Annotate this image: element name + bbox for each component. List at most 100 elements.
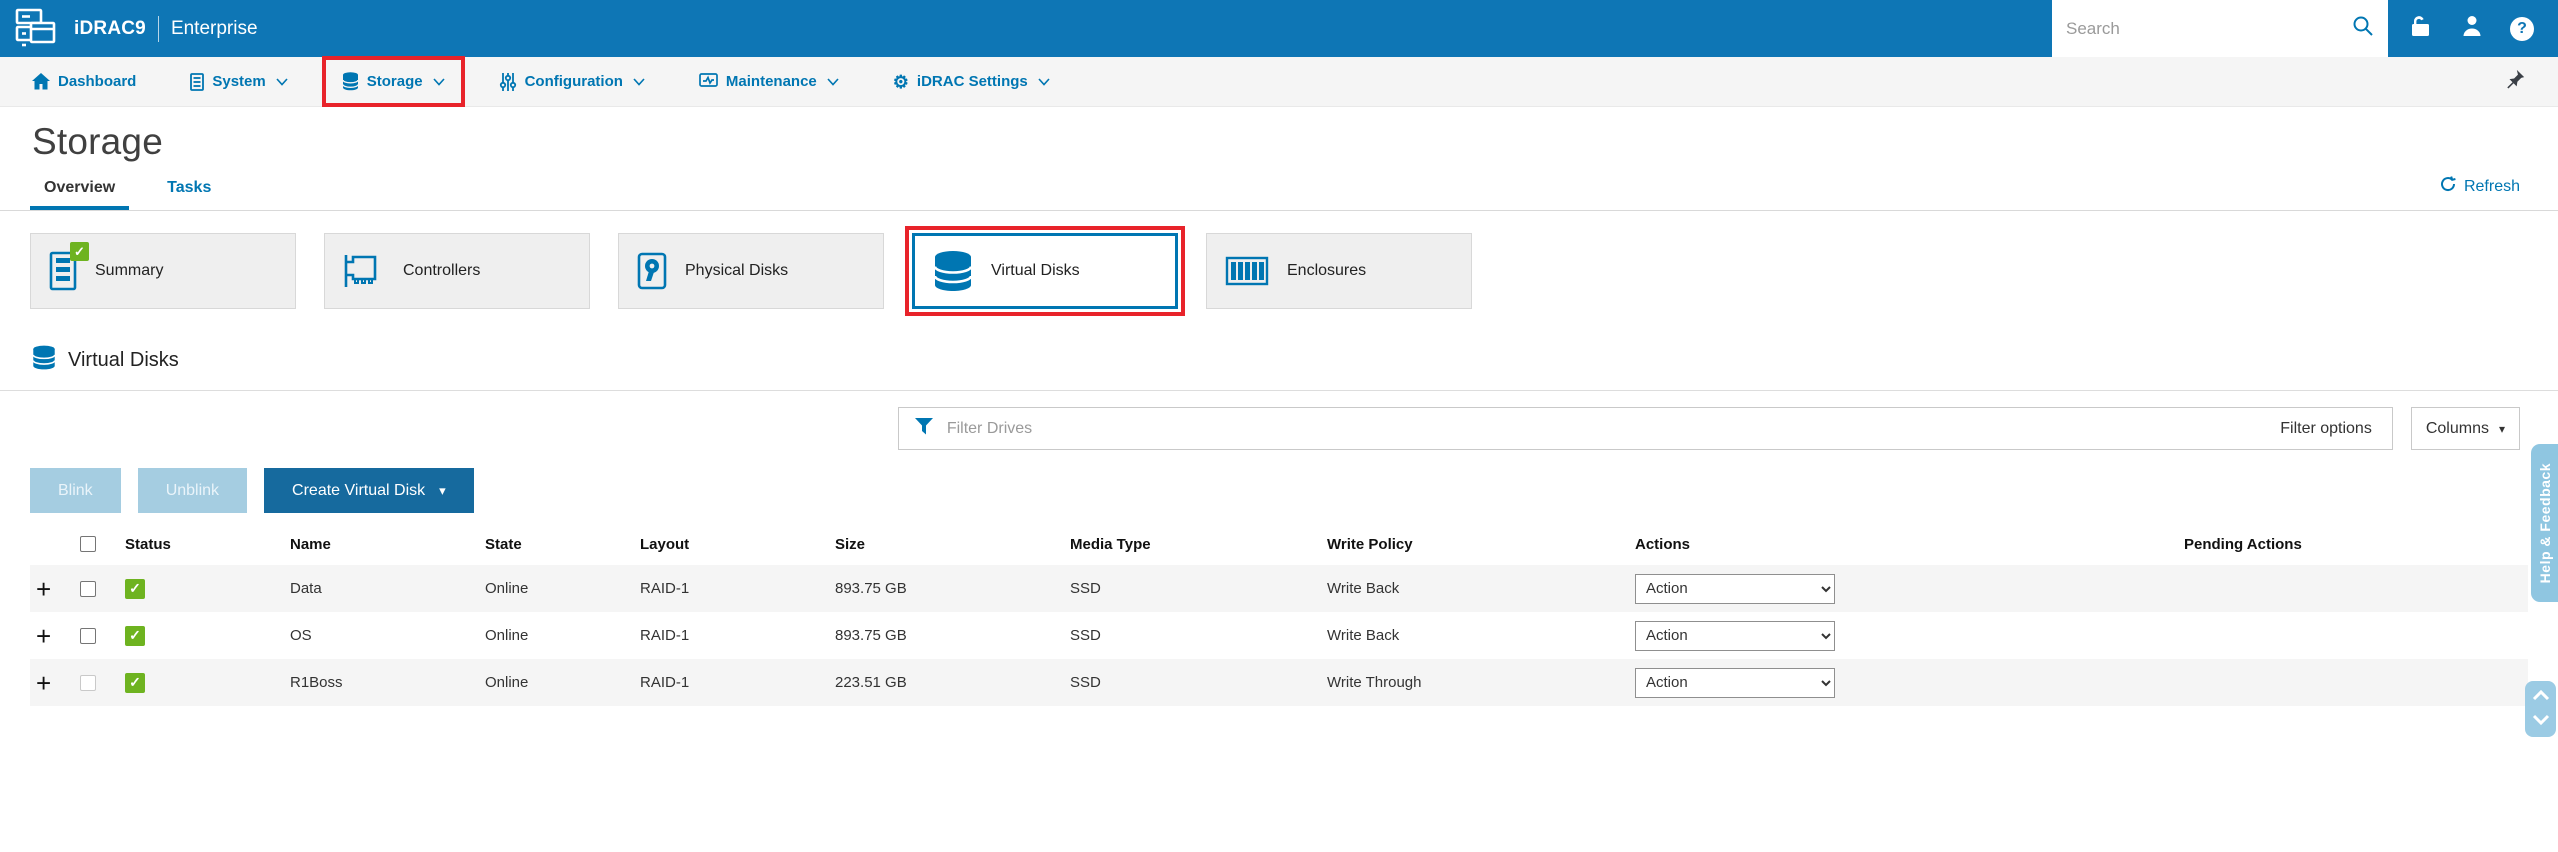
blink-button[interactable]: Blink xyxy=(30,468,121,513)
scroll-down-icon[interactable] xyxy=(2532,712,2550,730)
filter-options-button[interactable]: Filter options xyxy=(2276,420,2376,438)
cell-name: OS xyxy=(290,627,312,644)
cell-layout: RAID-1 xyxy=(640,627,690,644)
header-name: Name xyxy=(290,523,485,565)
tile-enclosures[interactable]: Enclosures xyxy=(1206,233,1472,309)
header-pending-actions: Pending Actions xyxy=(2184,523,2528,565)
help-icon[interactable]: ? xyxy=(2510,16,2534,41)
nav-label: Dashboard xyxy=(58,73,137,90)
tile-label: Enclosures xyxy=(1287,262,1367,279)
table-row: + ✓ OS Online RAID-1 893.75 GB SSD Write… xyxy=(30,612,2528,659)
summary-icon: ✓ xyxy=(49,242,89,291)
pin-icon[interactable] xyxy=(2504,68,2540,95)
chevron-down-icon xyxy=(1038,77,1050,86)
unblink-button[interactable]: Unblink xyxy=(137,468,248,513)
nav-label: Maintenance xyxy=(725,73,817,90)
caret-down-icon: ▾ xyxy=(2498,421,2505,436)
tabs: Overview Tasks Refresh xyxy=(0,167,2558,211)
select-all-checkbox[interactable] xyxy=(80,536,96,552)
table-row: + ✓ R1Boss Online RAID-1 223.51 GB SSD W… xyxy=(30,659,2528,706)
tile-label: Physical Disks xyxy=(685,262,789,279)
chevron-down-icon xyxy=(433,77,445,86)
virtual-disks-table: Status Name State Layout Size Media Type… xyxy=(30,523,2528,706)
tile-controllers[interactable]: Controllers xyxy=(324,233,590,309)
row-checkbox[interactable] xyxy=(80,627,96,644)
nav-dashboard[interactable]: Dashboard xyxy=(18,63,150,100)
status-ok-icon: ✓ xyxy=(125,672,145,693)
filter-drives-input[interactable] xyxy=(946,419,2263,438)
table-header-row: Status Name State Layout Size Media Type… xyxy=(30,523,2528,565)
columns-dropdown-button[interactable]: Columns ▾ xyxy=(2410,407,2520,450)
expand-row-icon[interactable]: + xyxy=(30,668,51,698)
sliders-icon xyxy=(499,72,517,91)
table-toolbar: Blink Unblink Create Virtual Disk ▾ xyxy=(30,450,2528,523)
row-checkbox[interactable] xyxy=(80,580,96,597)
page-title: Storage xyxy=(32,121,163,162)
row-action-select[interactable]: Action xyxy=(1635,573,1835,604)
help-feedback-tab[interactable]: Help & Feedback xyxy=(2531,444,2558,602)
controllers-icon xyxy=(343,253,385,289)
expand-row-icon[interactable]: + xyxy=(30,621,51,651)
columns-label: Columns xyxy=(2425,419,2489,437)
tile-label: Summary xyxy=(95,262,164,279)
cell-write-policy: Write Through xyxy=(1327,674,1422,691)
status-ok-icon: ✓ xyxy=(125,578,145,599)
top-header-bar: iDRAC9 Enterprise ? xyxy=(0,0,2558,57)
cell-media-type: SSD xyxy=(1070,674,1101,691)
nav-system[interactable]: System xyxy=(176,63,301,101)
tab-overview[interactable]: Overview xyxy=(30,179,130,211)
filter-drives-box[interactable]: Filter options xyxy=(897,407,2393,450)
cell-layout: RAID-1 xyxy=(640,580,690,597)
nav-idrac-settings[interactable]: ⚙ iDRAC Settings xyxy=(879,63,1064,101)
gear-icon: ⚙ xyxy=(892,71,909,92)
tile-label: Controllers xyxy=(403,262,481,279)
search-input[interactable] xyxy=(2066,18,2352,39)
header-write-policy: Write Policy xyxy=(1327,523,1635,565)
funnel-icon xyxy=(914,417,933,440)
summary-check-badge: ✓ xyxy=(70,242,89,261)
search-box[interactable] xyxy=(2052,0,2388,57)
main-navbar: Dashboard System Storage Configuration M… xyxy=(0,56,2558,107)
nav-label: iDRAC Settings xyxy=(916,73,1028,90)
virtual-disks-section-icon xyxy=(32,345,56,376)
scroll-up-icon[interactable] xyxy=(2532,688,2550,706)
refresh-icon xyxy=(2439,175,2457,198)
nav-storage[interactable]: Storage xyxy=(321,56,465,107)
status-ok-icon: ✓ xyxy=(125,625,145,646)
nav-label: System xyxy=(212,73,266,90)
tile-physical-disks[interactable]: Physical Disks xyxy=(618,233,884,309)
user-icon[interactable] xyxy=(2460,14,2484,43)
cell-write-policy: Write Back xyxy=(1327,580,1400,597)
home-icon xyxy=(32,73,50,90)
row-checkbox xyxy=(80,674,96,691)
unlock-icon[interactable] xyxy=(2408,14,2434,43)
cell-size: 223.51 GB xyxy=(835,674,907,691)
header-expander xyxy=(30,523,80,565)
create-virtual-disk-button[interactable]: Create Virtual Disk ▾ xyxy=(264,468,474,513)
tile-label: Virtual Disks xyxy=(991,262,1080,279)
chevron-down-icon xyxy=(827,77,839,86)
cell-state: Online xyxy=(485,627,529,644)
tile-summary[interactable]: ✓ Summary xyxy=(30,233,296,309)
product-name: iDRAC9 xyxy=(74,17,146,39)
chevron-down-icon xyxy=(276,77,288,86)
nav-maintenance[interactable]: Maintenance xyxy=(685,63,853,100)
brand: iDRAC9 Enterprise xyxy=(0,7,258,51)
enclosures-icon xyxy=(1225,256,1269,286)
refresh-button[interactable]: Refresh xyxy=(2439,175,2520,198)
search-icon[interactable] xyxy=(2352,15,2374,42)
row-action-select[interactable]: Action xyxy=(1635,620,1835,651)
table-row: + ✓ Data Online RAID-1 893.75 GB SSD Wri… xyxy=(30,565,2528,612)
expand-row-icon[interactable]: + xyxy=(30,574,51,604)
nav-configuration[interactable]: Configuration xyxy=(485,63,659,101)
caret-down-icon: ▾ xyxy=(439,482,446,498)
filter-row: Filter options Columns ▾ xyxy=(30,391,2528,450)
row-action-select[interactable]: Action xyxy=(1635,667,1835,698)
server-icon xyxy=(190,72,205,91)
page-scroll-buttons[interactable] xyxy=(2525,681,2556,737)
brand-divider xyxy=(157,15,159,42)
tab-tasks[interactable]: Tasks xyxy=(153,179,225,211)
cell-write-policy: Write Back xyxy=(1327,627,1400,644)
nav-label: Storage xyxy=(366,73,423,90)
tile-virtual-disks[interactable]: Virtual Disks xyxy=(905,226,1185,316)
